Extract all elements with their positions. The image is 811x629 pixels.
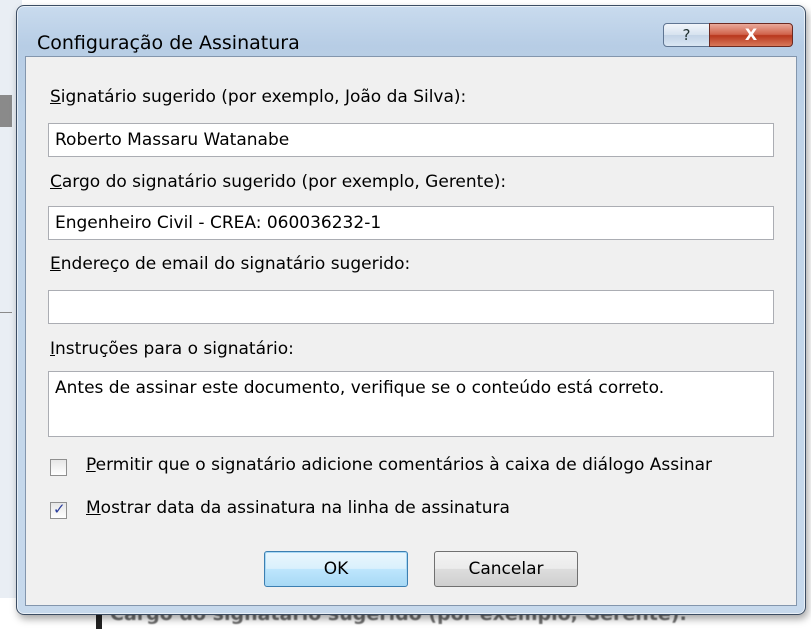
ok-button[interactable]: OK — [264, 551, 408, 587]
signer-title-input[interactable]: Engenheiro Civil - CREA: 060036232-1 — [48, 206, 774, 240]
instructions-label-text: nstruções para o signatário: — [55, 339, 294, 359]
signer-email-label: Endereço de email do signatário sugerido… — [50, 254, 410, 274]
instructions-label: Instruções para o signatário: — [50, 339, 294, 359]
allow-comments-checkbox[interactable] — [50, 459, 67, 476]
help-icon: ? — [682, 26, 691, 44]
signer-title-label: Cargo do signatário sugerido (por exempl… — [50, 172, 506, 192]
signer-label-text: ignatário sugerido (por exemplo, João da… — [60, 87, 467, 107]
signer-label: Signatário sugerido (por exemplo, João d… — [50, 87, 466, 107]
instructions-textarea[interactable]: Antes de assinar este documento, verifiq… — [48, 371, 774, 437]
help-button[interactable]: ? — [663, 23, 710, 47]
document-margin-line — [0, 312, 12, 313]
signer-title-label-text: argo do signatário sugerido (por exemplo… — [61, 172, 507, 192]
close-icon: X — [744, 25, 758, 44]
checkmark-icon: ✓ — [53, 500, 66, 518]
document-margin-marker — [0, 95, 12, 127]
dialog-title: Configuração de Assinatura — [37, 32, 300, 54]
signature-setup-dialog: Configuração de Assinatura ? X Signatári… — [16, 5, 806, 615]
allow-comments-label-accel: P — [86, 455, 96, 475]
signer-input[interactable]: Roberto Massaru Watanabe — [48, 123, 774, 157]
dialog-client-area: Signatário sugerido (por exemplo, João d… — [25, 56, 797, 606]
instructions-textarea-value: Antes de assinar este documento, verifiq… — [55, 378, 665, 398]
close-button[interactable]: X — [709, 23, 793, 47]
signer-label-accel: S — [50, 87, 61, 107]
show-date-label[interactable]: Mostrar data da assinatura na linha de a… — [86, 498, 510, 518]
signer-email-label-accel: E — [50, 254, 61, 274]
signer-email-input[interactable] — [48, 290, 774, 324]
cancel-button[interactable]: Cancelar — [434, 551, 578, 587]
signer-input-value: Roberto Massaru Watanabe — [55, 130, 290, 150]
signer-title-label-accel: C — [50, 172, 62, 192]
allow-comments-label-text: ermitir que o signatário adicione coment… — [95, 455, 713, 475]
signer-title-input-value: Engenheiro Civil - CREA: 060036232-1 — [55, 213, 382, 233]
show-date-label-text: ostrar data da assinatura na linha de as… — [100, 498, 510, 518]
signer-email-label-text: ndereço de email do signatário sugerido: — [60, 254, 411, 274]
show-date-checkbox[interactable]: ✓ — [50, 500, 67, 519]
allow-comments-label[interactable]: Permitir que o signatário adicione comen… — [86, 455, 712, 475]
show-date-label-accel: M — [86, 498, 101, 518]
